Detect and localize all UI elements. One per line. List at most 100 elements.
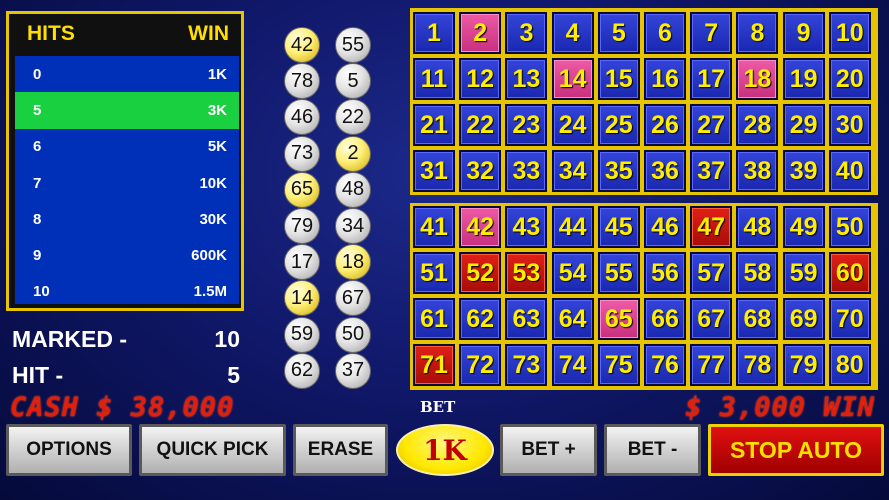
board-number-71[interactable]: 71 [413,344,455,386]
board-number-41[interactable]: 41 [413,206,455,248]
bet-amount-button[interactable]: 1K [396,424,494,476]
board-number-62[interactable]: 62 [459,298,502,340]
drawn-ball: 55 [335,27,371,63]
board-number-50[interactable]: 50 [828,206,871,248]
board-number-44[interactable]: 44 [551,206,594,248]
board-number-28[interactable]: 28 [736,104,779,146]
board-number-33[interactable]: 33 [505,150,548,192]
paytable-header: HITS WIN [9,14,241,54]
board-number-32[interactable]: 32 [459,150,502,192]
board-number-64[interactable]: 64 [551,298,594,340]
board-number-79[interactable]: 79 [782,344,825,386]
stop-auto-button[interactable]: STOP AUTO [708,424,884,476]
board-number-37[interactable]: 37 [690,150,733,192]
board-number-51[interactable]: 51 [413,252,455,294]
board-number-42[interactable]: 42 [459,206,502,248]
board-number-31[interactable]: 31 [413,150,455,192]
board-number-74[interactable]: 74 [551,344,594,386]
board-number-59[interactable]: 59 [782,252,825,294]
board-number-13[interactable]: 13 [505,58,548,100]
board-number-45[interactable]: 45 [597,206,640,248]
drawn-ball: 78 [284,63,320,100]
win-display: $ 3,000 WIN [685,392,875,423]
board-number-34[interactable]: 34 [551,150,594,192]
hits-header: HITS [27,22,75,45]
erase-button[interactable]: ERASE [293,424,388,476]
board-number-60[interactable]: 60 [828,252,871,294]
board-number-22[interactable]: 22 [459,104,502,146]
board-number-18[interactable]: 18 [736,58,779,100]
board-number-23[interactable]: 23 [505,104,548,146]
board-number-16[interactable]: 16 [644,58,686,100]
board-number-68[interactable]: 68 [736,298,779,340]
board-number-57[interactable]: 57 [690,252,733,294]
board-number-73[interactable]: 73 [505,344,548,386]
board-number-25[interactable]: 25 [597,104,640,146]
board-number-15[interactable]: 15 [597,58,640,100]
board-number-21[interactable]: 21 [413,104,455,146]
board-number-3[interactable]: 3 [505,12,548,54]
paytable-hits: 8 [33,210,42,228]
board-number-53[interactable]: 53 [505,252,548,294]
drawn-ball: 2 [335,135,371,172]
board-number-70[interactable]: 70 [828,298,871,340]
board-number-65[interactable]: 65 [597,298,640,340]
board-number-5[interactable]: 5 [597,12,640,54]
board-number-61[interactable]: 61 [413,298,455,340]
board-number-80[interactable]: 80 [828,344,871,386]
hit-label: HIT - [12,362,64,388]
board-number-39[interactable]: 39 [782,150,825,192]
board-number-35[interactable]: 35 [597,150,640,192]
board-number-9[interactable]: 9 [782,12,825,54]
board-number-47[interactable]: 47 [690,206,733,248]
board-number-8[interactable]: 8 [736,12,779,54]
board-number-14[interactable]: 14 [551,58,594,100]
board-number-58[interactable]: 58 [736,252,779,294]
board-number-1[interactable]: 1 [413,12,455,54]
bet-minus-button[interactable]: BET - [604,424,701,476]
board-number-77[interactable]: 77 [690,344,733,386]
board-number-56[interactable]: 56 [644,252,686,294]
board-number-2[interactable]: 2 [459,12,502,54]
board-number-63[interactable]: 63 [505,298,548,340]
board-number-38[interactable]: 38 [736,150,779,192]
board-number-26[interactable]: 26 [644,104,686,146]
paytable-hits: 6 [33,138,42,156]
drawn-ball: 65 [284,171,320,208]
board-number-30[interactable]: 30 [828,104,871,146]
board-number-66[interactable]: 66 [644,298,686,340]
board-number-29[interactable]: 29 [782,104,825,146]
board-number-78[interactable]: 78 [736,344,779,386]
paytable-row: 9 600K [15,237,239,273]
board-number-20[interactable]: 20 [828,58,871,100]
board-number-36[interactable]: 36 [644,150,686,192]
board-number-19[interactable]: 19 [782,58,825,100]
board-number-27[interactable]: 27 [690,104,733,146]
board-number-7[interactable]: 7 [690,12,733,54]
bet-plus-button[interactable]: BET + [500,424,597,476]
board-number-76[interactable]: 76 [644,344,686,386]
board-number-72[interactable]: 72 [459,344,502,386]
board-number-40[interactable]: 40 [828,150,871,192]
board-number-55[interactable]: 55 [597,252,640,294]
board-number-46[interactable]: 46 [644,206,686,248]
board-number-24[interactable]: 24 [551,104,594,146]
board-number-54[interactable]: 54 [551,252,594,294]
board-number-69[interactable]: 69 [782,298,825,340]
drawn-ball: 14 [284,280,320,317]
board-number-43[interactable]: 43 [505,206,548,248]
quick-pick-button[interactable]: QUICK PICK [139,424,286,476]
board-number-11[interactable]: 11 [413,58,455,100]
board-number-67[interactable]: 67 [690,298,733,340]
board-number-12[interactable]: 12 [459,58,502,100]
board-number-6[interactable]: 6 [644,12,686,54]
board-number-17[interactable]: 17 [690,58,733,100]
board-number-75[interactable]: 75 [597,344,640,386]
options-button[interactable]: OPTIONS [6,424,132,476]
board-number-49[interactable]: 49 [782,206,825,248]
board-number-4[interactable]: 4 [551,12,594,54]
marked-row: MARKED - 10 [10,322,240,358]
board-number-10[interactable]: 10 [828,12,871,54]
board-number-52[interactable]: 52 [459,252,502,294]
board-number-48[interactable]: 48 [736,206,779,248]
